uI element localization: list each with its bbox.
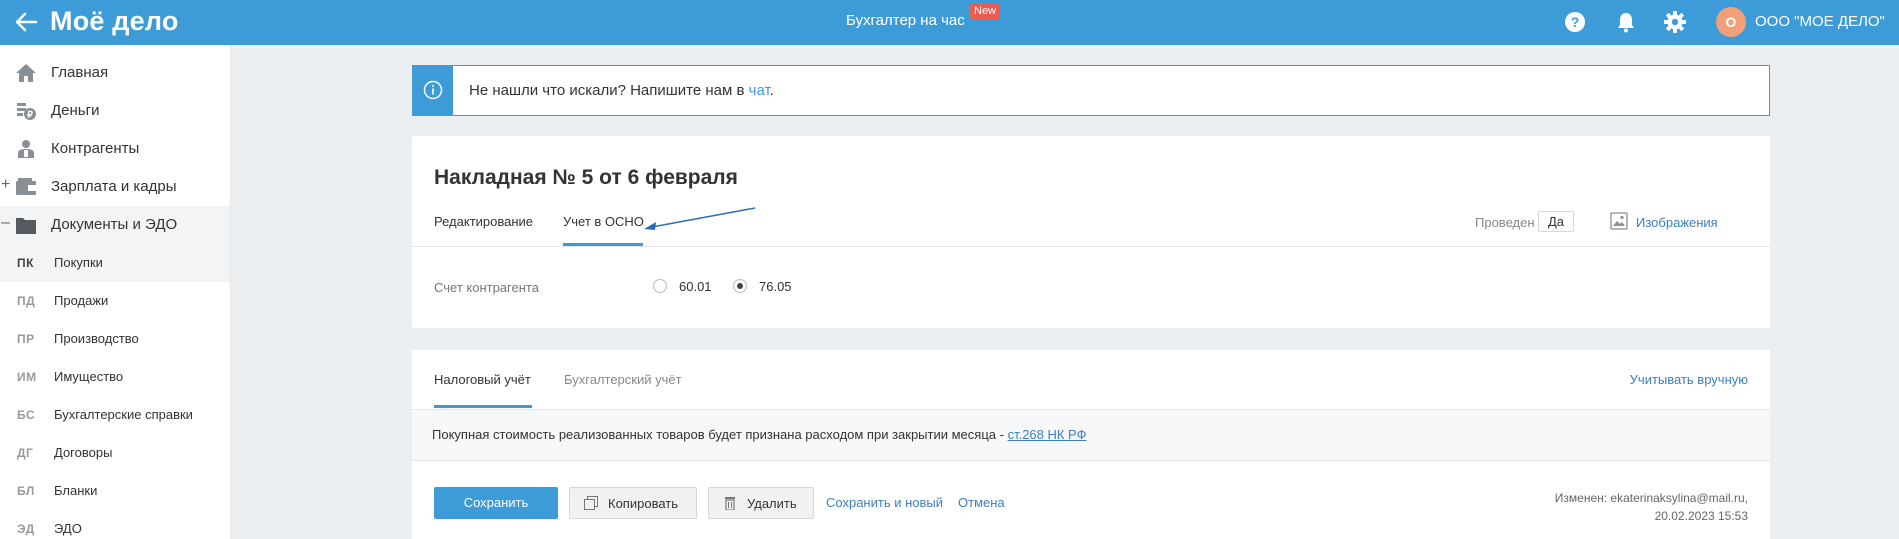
sidebar-subitem-forms[interactable]: БЛ Бланки [0, 472, 230, 510]
image-icon [1610, 212, 1628, 230]
sidebar-item-label: Зарплата и кадры [51, 178, 177, 195]
subitem-abbr: ПР [17, 332, 35, 346]
cancel-link[interactable]: Отмена [958, 495, 1005, 510]
save-and-new-link[interactable]: Сохранить и новый [826, 495, 943, 510]
sidebar-subitem-edo[interactable]: ЭД ЭДО [0, 510, 230, 539]
tax-code-link[interactable]: ст.268 НК РФ [1008, 427, 1087, 442]
chat-link[interactable]: чат [749, 82, 770, 99]
sidebar-item-label: Деньги [51, 102, 100, 119]
organization-name[interactable]: ООО "МОЕ ДЕЛО" [1755, 13, 1885, 30]
subitem-abbr: ЭД [17, 522, 35, 536]
expand-icon[interactable]: + [1, 176, 11, 194]
subitem-abbr: БС [17, 408, 36, 422]
subitem-label: Бухгалтерские справки [54, 407, 193, 422]
save-button[interactable]: Сохранить [434, 487, 558, 519]
subitem-label: Производство [54, 331, 139, 346]
subitem-abbr: ПД [17, 294, 36, 308]
radio-dot [737, 283, 743, 289]
wallet-icon [16, 178, 36, 195]
tab-osno-accounting[interactable]: Учет в ОСНО [563, 214, 644, 229]
trash-icon [725, 497, 735, 510]
new-badge: New [970, 3, 1001, 19]
expense-info-row: Покупная стоимость реализованных товаров… [412, 409, 1770, 461]
sidebar-subitem-property[interactable]: ИМ Имущество [0, 358, 230, 396]
sidebar-item-documents[interactable]: – Документы и ЭДО [0, 206, 230, 244]
bell-icon[interactable] [1614, 10, 1638, 34]
sidebar-item-money[interactable]: ₽ Деньги [0, 92, 230, 130]
sidebar-item-salary[interactable]: + Зарплата и кадры [0, 168, 230, 206]
subitem-label: ЭДО [54, 521, 82, 536]
posted-label: Проведен [1475, 215, 1535, 230]
subitem-label: Имущество [54, 369, 124, 384]
subitem-abbr: ИМ [17, 370, 37, 384]
accountant-hour-link[interactable]: Бухгалтер на час [846, 12, 965, 29]
copy-icon [584, 496, 598, 510]
sidebar-subitem-sales[interactable]: ПД Продажи [0, 282, 230, 320]
top-bar: Моё дело Бухгалтер на час New ? О ООО "М… [0, 0, 1899, 45]
modified-date: 20.02.2023 15:53 [1654, 509, 1748, 523]
subitem-abbr: ПК [17, 256, 34, 270]
sidebar-subitem-contracts[interactable]: ДГ Договоры [0, 434, 230, 472]
subitem-label: Продажи [54, 293, 109, 308]
svg-text:₽: ₽ [27, 110, 33, 120]
delete-label: Удалить [747, 496, 797, 511]
sidebar-subitem-purchases[interactable]: ПК Покупки [0, 244, 230, 282]
account-label: Счет контрагента [434, 280, 539, 295]
sidebar-item-label: Главная [51, 64, 109, 81]
gear-icon[interactable] [1663, 10, 1687, 34]
accounting-card: Налоговый учёт Бухгалтерский учёт Учитыв… [412, 350, 1770, 539]
page-title: Накладная № 5 от 6 февраля [434, 166, 738, 189]
copy-button[interactable]: Копировать [569, 487, 697, 519]
subitem-label: Договоры [54, 445, 113, 460]
modified-info: Изменен: ekaterinaksylina@mail.ru, 20.02… [1555, 489, 1748, 525]
folder-icon [16, 218, 36, 234]
sidebar-subitem-production[interactable]: ПР Производство [0, 320, 230, 358]
posted-toggle[interactable]: Да [1538, 211, 1575, 232]
active-tab-indicator [434, 405, 532, 408]
alert-period: . [769, 82, 774, 99]
delete-button[interactable]: Удалить [708, 487, 814, 519]
tab-tax-accounting[interactable]: Налоговый учёт [434, 372, 531, 387]
modified-by: Изменен: ekaterinaksylina@mail.ru, [1554, 491, 1748, 505]
expense-info-text: Покупная стоимость реализованных товаров… [432, 427, 1086, 442]
svg-text:?: ? [1571, 14, 1580, 30]
info-icon [423, 80, 443, 100]
radio-label: 76.05 [759, 279, 792, 294]
tab-bookkeeping[interactable]: Бухгалтерский учёт [564, 372, 682, 387]
copy-label: Копировать [608, 496, 678, 511]
alert-text: Не нашли что искали? Напишите нам в чат. [469, 82, 774, 99]
help-icon[interactable]: ? [1563, 10, 1587, 34]
sidebar: Главная ₽ Деньги Контрагенты + Зарплата … [0, 45, 231, 539]
subitem-abbr: ДГ [17, 446, 34, 460]
tab-editing[interactable]: Редактирование [434, 214, 533, 229]
sidebar-item-label: Документы и ЭДО [51, 216, 178, 233]
radio-label: 60.01 [679, 279, 712, 294]
collapse-icon[interactable]: – [1, 214, 11, 232]
subitem-label: Бланки [54, 483, 98, 498]
logo[interactable]: Моё дело [50, 6, 179, 37]
alert-icon-box [413, 66, 453, 115]
annotation-arrow-icon [644, 207, 756, 230]
images-button[interactable]: Изображения [1610, 212, 1740, 232]
subitem-label: Покупки [54, 255, 103, 270]
sidebar-subitem-accounting-notes[interactable]: БС Бухгалтерские справки [0, 396, 230, 434]
contractors-icon [18, 140, 34, 158]
document-card: Накладная № 5 от 6 февраля Редактировани… [412, 136, 1770, 328]
divider [412, 246, 1770, 247]
subitem-abbr: БЛ [17, 484, 35, 498]
manual-accounting-link[interactable]: Учитывать вручную [1630, 372, 1748, 387]
radio-circle[interactable] [653, 279, 667, 293]
money-icon: ₽ [17, 103, 36, 120]
images-label: Изображения [1636, 215, 1718, 230]
avatar[interactable]: О [1716, 7, 1746, 37]
info-message: Покупная стоимость реализованных товаров… [432, 427, 1008, 442]
chat-hint-banner: Не нашли что искали? Напишите нам в чат. [412, 65, 1770, 116]
radio-circle-selected[interactable] [733, 279, 747, 293]
back-arrow-icon[interactable] [12, 8, 40, 36]
sidebar-item-label: Контрагенты [51, 140, 140, 157]
sidebar-item-home[interactable]: Главная [0, 54, 230, 92]
alert-message: Не нашли что искали? Напишите нам в [469, 82, 749, 99]
sidebar-item-contractors[interactable]: Контрагенты [0, 130, 230, 168]
home-icon [16, 64, 36, 82]
